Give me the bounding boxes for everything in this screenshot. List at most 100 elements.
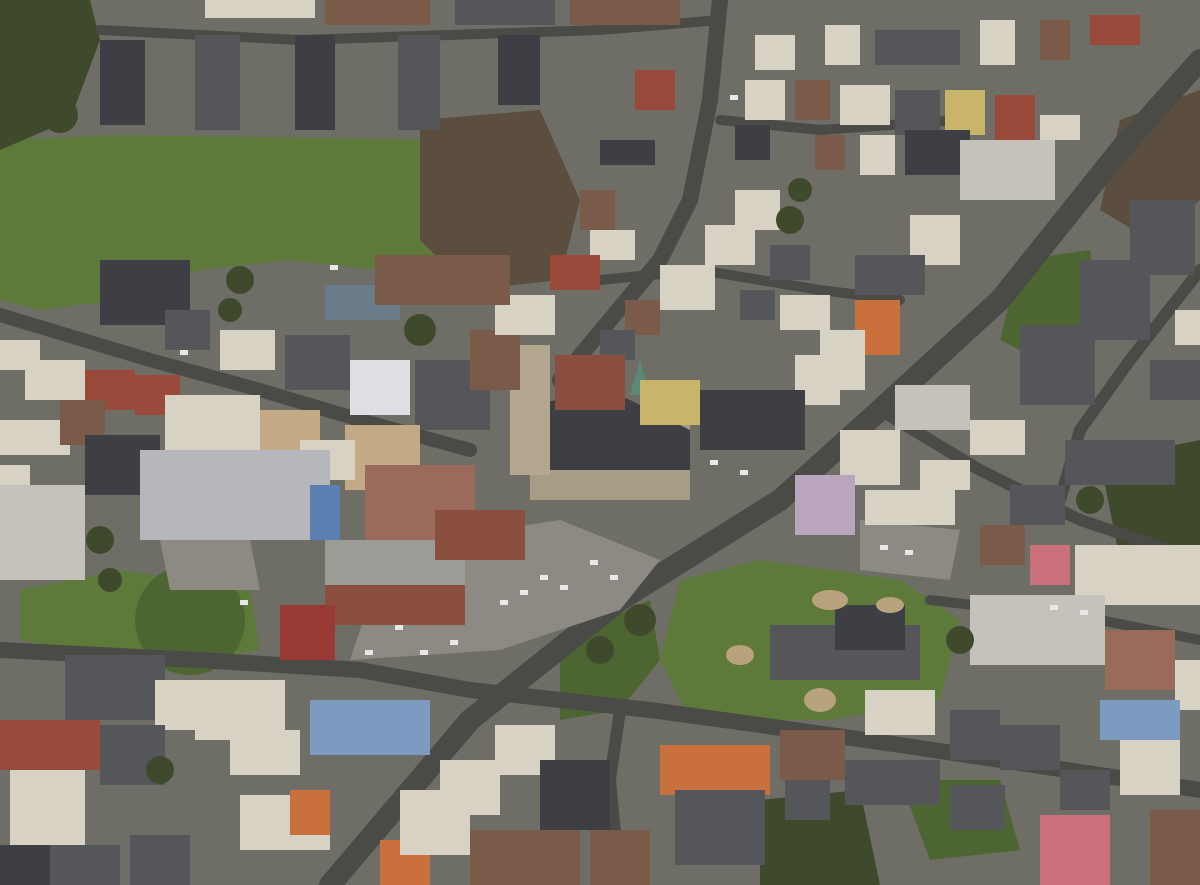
building — [865, 690, 935, 735]
building — [700, 390, 805, 450]
building — [895, 90, 940, 135]
sandpit — [812, 590, 848, 610]
building — [660, 745, 770, 795]
building — [350, 360, 410, 415]
building — [290, 790, 330, 835]
building — [860, 135, 895, 175]
building — [280, 605, 335, 660]
building — [1150, 810, 1200, 885]
car — [740, 470, 748, 475]
building — [600, 140, 655, 165]
car — [500, 600, 508, 605]
building — [375, 255, 510, 305]
building — [1150, 360, 1200, 400]
building — [660, 265, 715, 310]
building — [970, 420, 1025, 455]
car — [420, 650, 428, 655]
building — [0, 485, 85, 580]
sandpit — [876, 597, 904, 613]
car — [1080, 610, 1088, 615]
building — [735, 190, 780, 230]
building — [980, 20, 1015, 65]
building — [140, 450, 330, 540]
car — [590, 560, 598, 565]
building — [705, 225, 755, 265]
building — [1040, 115, 1080, 140]
building — [770, 245, 810, 280]
building — [755, 35, 795, 70]
building — [440, 760, 500, 815]
car — [330, 265, 338, 270]
building — [945, 90, 985, 135]
sandpit — [726, 645, 754, 665]
building — [865, 490, 955, 525]
building — [540, 760, 610, 830]
building — [1060, 770, 1110, 810]
building — [570, 0, 680, 25]
building — [625, 300, 660, 335]
building — [25, 360, 85, 400]
tree — [788, 178, 812, 202]
car — [520, 590, 528, 595]
car — [710, 460, 718, 465]
tree — [624, 604, 656, 636]
building — [1030, 545, 1070, 585]
building — [1040, 20, 1070, 60]
building — [0, 845, 50, 885]
car — [395, 625, 403, 630]
building — [980, 525, 1025, 565]
building — [1120, 740, 1180, 795]
building — [1040, 815, 1110, 885]
building — [675, 790, 765, 865]
tree — [404, 314, 436, 346]
building — [285, 335, 350, 390]
tree — [586, 636, 614, 664]
car — [450, 640, 458, 645]
building — [635, 70, 675, 110]
building — [855, 255, 925, 295]
car — [540, 575, 548, 580]
tree — [218, 298, 242, 322]
building — [550, 255, 600, 290]
car — [365, 650, 373, 655]
building — [470, 330, 520, 390]
building — [640, 380, 700, 425]
building — [970, 595, 1105, 665]
building — [555, 355, 625, 410]
car — [560, 585, 568, 590]
tree — [86, 526, 114, 554]
building — [875, 30, 960, 65]
car — [180, 350, 188, 355]
building — [740, 290, 775, 320]
car — [240, 600, 248, 605]
building — [1020, 325, 1095, 405]
building — [295, 35, 335, 130]
building — [498, 35, 540, 105]
tree — [946, 626, 974, 654]
building — [1175, 310, 1200, 345]
building — [1100, 700, 1180, 740]
building — [815, 135, 845, 170]
building — [1105, 630, 1175, 690]
building — [745, 80, 785, 120]
building — [895, 385, 970, 430]
building — [825, 25, 860, 65]
building — [920, 460, 970, 490]
building — [195, 35, 240, 130]
building — [325, 0, 430, 25]
building — [130, 835, 190, 885]
tree — [146, 756, 174, 784]
building — [398, 35, 440, 130]
tree — [98, 568, 122, 592]
building — [165, 310, 210, 350]
building — [845, 760, 940, 805]
building — [470, 830, 580, 885]
building — [155, 680, 195, 730]
building — [230, 730, 300, 775]
tree — [226, 266, 254, 294]
building — [1010, 485, 1065, 525]
building — [455, 0, 555, 25]
building — [840, 85, 890, 125]
building — [1090, 15, 1140, 45]
building — [310, 485, 340, 540]
